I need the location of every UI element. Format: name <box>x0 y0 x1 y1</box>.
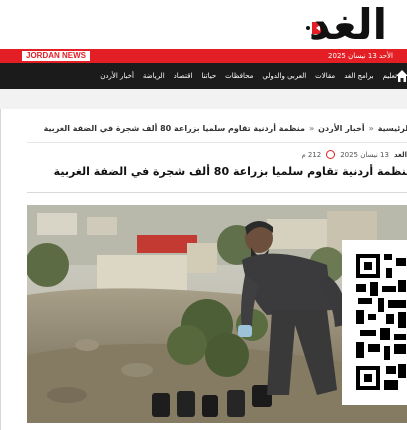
nav-item-sports[interactable]: الرياضة <box>143 72 165 80</box>
breadcrumb: الرئيسية « أخبار الأردن « منظمة أردنية ت… <box>44 124 407 133</box>
article-meta: الغد 13 نيسان 2025 212 م <box>301 150 407 159</box>
nav-item-economy[interactable]: اقتصاد <box>174 72 193 80</box>
read-count-suffix: م <box>301 150 306 159</box>
site-logo[interactable]: الغد <box>309 2 387 48</box>
ad-spacer <box>0 89 407 109</box>
nav-item-world[interactable]: العربي والدولي <box>262 72 306 80</box>
nav-item-articles[interactable]: مقالات <box>315 72 335 80</box>
title-divider <box>27 192 407 193</box>
divider <box>27 142 407 143</box>
article-title: منظمة أردنية تقاوم سلميا بزراعة 80 ألف ش… <box>53 165 407 178</box>
main-nav: أخبار الأردن الرياضة اقتصاد حياتنا محافظ… <box>0 63 407 89</box>
breadcrumb-home[interactable]: الرئيسية <box>378 124 407 133</box>
nav-item-education[interactable]: تعليم <box>383 72 397 80</box>
jordan-news-link[interactable]: JORDAN NEWS <box>22 51 91 61</box>
breadcrumb-separator: « <box>368 124 374 133</box>
breadcrumb-separator: « <box>309 124 315 133</box>
nav-item-programs[interactable]: برامج الغد <box>344 72 373 80</box>
qr-code <box>342 240 407 405</box>
nav-item-lifestyle[interactable]: حياتنا <box>201 72 216 80</box>
nav-list: أخبار الأردن الرياضة اقتصاد حياتنا محافظ… <box>100 63 397 89</box>
read-count-value: 212 <box>307 150 322 159</box>
article-date: 13 نيسان 2025 <box>340 150 389 159</box>
breadcrumb-current: منظمة أردنية تقاوم سلميا بزراعة 80 ألف ش… <box>43 124 305 133</box>
breadcrumb-section[interactable]: أخبار الأردن <box>318 124 364 133</box>
header-date: الأحد 13 نيسان 2025 <box>328 52 393 60</box>
read-count: 212 م <box>301 151 321 159</box>
nav-item-governorates[interactable]: محافظات <box>225 72 253 80</box>
article-author[interactable]: الغد <box>394 151 407 159</box>
site-header: الغد <box>0 0 407 50</box>
nav-item-jordan-news[interactable]: أخبار الأردن <box>100 72 134 80</box>
clock-icon <box>326 150 336 159</box>
